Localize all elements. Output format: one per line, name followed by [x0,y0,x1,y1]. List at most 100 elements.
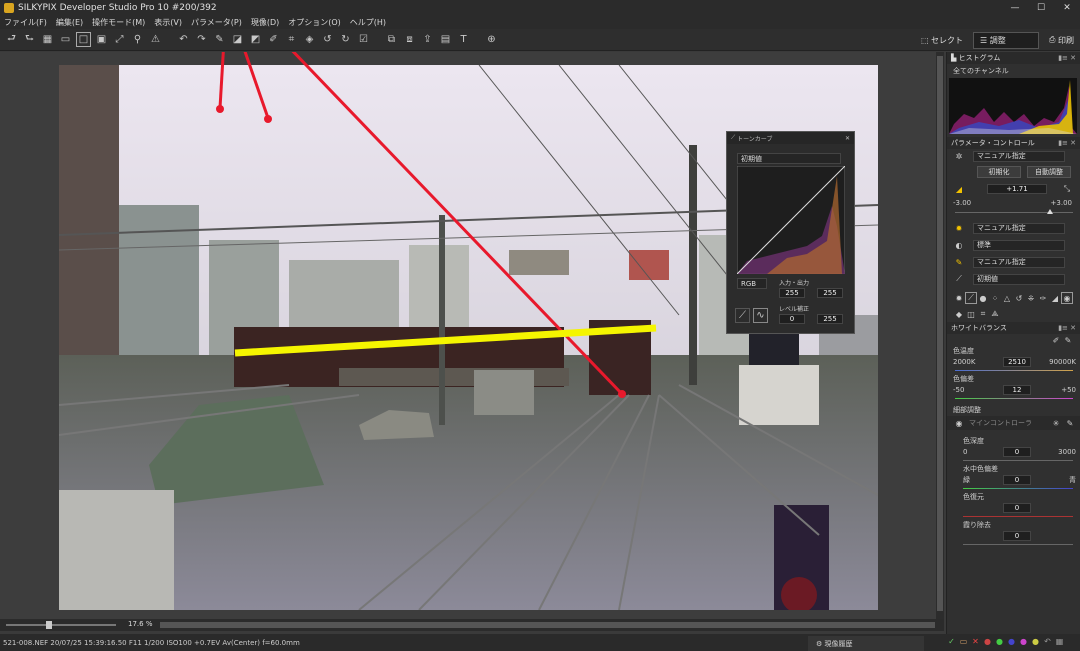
histogram-channel[interactable]: 全てのチャンネル [947,64,1080,78]
minimize-button[interactable]: — [1002,0,1028,15]
gray-picker-icon[interactable]: ◪ [230,32,245,47]
print-mode-button[interactable]: ⎙ 印刷 [1043,32,1080,49]
tool-drop-icon[interactable]: ◆ [953,308,965,320]
tool-crop-icon[interactable]: ⌗ [977,308,989,320]
partial-correction-icon[interactable]: ✐ [266,32,281,47]
tone-curve-dropdown[interactable]: 初期値 [973,273,1065,285]
contrast-dropdown[interactable]: 標準 [973,239,1065,251]
tool-undo-icon[interactable]: ↺ [1013,292,1025,304]
temp-value[interactable]: 2510 [1003,357,1031,367]
param-control-header[interactable]: パラメータ・コントロール ▮≡ ✕ [947,137,1080,149]
wand-icon[interactable]: ✳ [1050,417,1062,429]
menu-parameter[interactable]: パラメータ(P) [191,17,242,28]
tool-curve-icon[interactable]: ⟋ [965,292,977,304]
tool-shade-icon[interactable]: ◢ [1049,292,1061,304]
filmstrip-view-icon[interactable]: ▭ [58,32,73,47]
thumbnail-view-icon[interactable]: ▦ [40,32,55,47]
vertical-scrollbar[interactable] [936,52,944,619]
tool-tilt-icon[interactable]: ⟁ [989,308,1001,320]
compare-icon[interactable]: ▤ [438,32,453,47]
crop-icon[interactable]: ⌗ [284,32,299,47]
tool-sun-icon[interactable]: ✹ [953,292,965,304]
menu-mode[interactable]: 操作モード(M) [92,17,145,28]
maximize-button[interactable]: ☐ [1028,0,1054,15]
warning-icon[interactable]: ⚠ [148,32,163,47]
export-icon[interactable]: ⇪ [420,32,435,47]
copy-params-icon[interactable]: ⧉ [384,32,399,47]
skin-picker-icon[interactable]: ◩ [248,32,263,47]
zoom-icon[interactable]: ⚲ [130,32,145,47]
auto-adjust-button[interactable]: 自動調整 [1027,166,1071,178]
purple-label-icon[interactable]: ● [1018,637,1029,648]
hue-value[interactable]: 0 [1003,475,1031,485]
text-icon[interactable]: T [456,32,471,47]
haze-slider[interactable] [947,542,1080,548]
rotate-right-icon[interactable]: ↻ [338,32,353,47]
blue-label-icon[interactable]: ● [1006,637,1017,648]
tool-layers-icon[interactable]: ◫ [965,308,977,320]
paste-params-icon[interactable]: ⧈ [402,32,417,47]
pin-icon[interactable]: ▮≡ ✕ [1058,54,1076,62]
exposure-reset-icon[interactable]: ⤡ [1061,183,1073,195]
pin-icon[interactable]: ▮≡ ✕ [1058,139,1076,147]
exposure-value[interactable]: +1.71 [987,184,1047,194]
red-label-icon[interactable]: ● [982,637,993,648]
history-dock[interactable]: ⚙ 現像履歴 [808,636,924,651]
folder-icon[interactable]: ▭ [958,637,969,648]
wb-auto-icon[interactable]: ✎ [1062,334,1074,346]
inspect-icon[interactable]: ⊕ [484,32,499,47]
wb-picker-icon[interactable]: ✐ [1050,334,1062,346]
zoom-slider-track[interactable] [6,624,116,626]
menu-develop[interactable]: 現像(D) [251,17,279,28]
tool-eye-icon[interactable]: ◉ [1061,292,1073,304]
menu-view[interactable]: 表示(V) [154,17,182,28]
eye-icon[interactable]: ◉ [953,417,965,429]
rotate-left-icon[interactable]: ↺ [320,32,335,47]
zoom-slider-knob[interactable] [46,621,52,629]
image-canvas[interactable]: ⟋ トーンカーブ ✕ 初期値 RGB 入力・出力 255 255 レベル補正 0… [0,52,944,619]
tint-value[interactable]: 12 [1003,385,1031,395]
color-picker-icon[interactable]: ✎ [212,32,227,47]
adjust-mode-button[interactable]: ☰ 調整 [973,31,1040,49]
dropper-icon[interactable]: ✎ [1064,417,1076,429]
tool-noise-icon[interactable]: ⁘ [989,292,1001,304]
undo-icon[interactable]: ↶ [176,32,191,47]
menu-edit[interactable]: 編集(E) [56,17,83,28]
reject-icon[interactable]: ✕ [970,637,981,648]
check-icon[interactable]: ☑ [356,32,371,47]
close-button[interactable]: ✕ [1054,0,1080,15]
vertical-scroll-thumb[interactable] [937,56,943,611]
prev-image-icon[interactable]: ⮐ [4,32,19,47]
next-image-icon[interactable]: ⮑ [22,32,37,47]
select-mode-button[interactable]: ⬚ セレクト [915,32,969,49]
color-preset-dropdown[interactable]: マニュアル指定 [973,222,1065,234]
redo-icon[interactable]: ↷ [194,32,209,47]
green-label-icon[interactable]: ● [994,637,1005,648]
init-button[interactable]: 初期化 [977,166,1021,178]
tint-slider[interactable] [947,396,1080,402]
undo-icon[interactable]: ↶ [1042,637,1053,648]
param-preset-dropdown[interactable]: マニュアル指定 [973,150,1065,162]
yellow-label-icon[interactable]: ● [1030,637,1041,648]
tool-brush-icon[interactable]: ✑ [1037,292,1049,304]
layer-icon[interactable]: ◈ [302,32,317,47]
pin-icon[interactable]: ▮≡ ✕ [1058,324,1076,332]
menu-option[interactable]: オプション(O) [288,17,341,28]
sharpness-dropdown[interactable]: マニュアル指定 [973,256,1065,268]
tool-sharp-icon[interactable]: △ [1001,292,1013,304]
menu-file[interactable]: ファイル(F) [4,17,47,28]
haze-value[interactable]: 0 [1003,531,1031,541]
exposure-slider[interactable] [947,209,1080,217]
grid-icon[interactable]: ▦ [1054,637,1065,648]
histogram-header[interactable]: ▙ ヒストグラム ▮≡ ✕ [947,52,1080,64]
green-check-icon[interactable]: ✓ [946,637,957,648]
tool-sphere-icon[interactable]: ● [977,292,989,304]
horizontal-scrollbar[interactable] [160,622,935,628]
menu-help[interactable]: ヘルプ(H) [350,17,386,28]
fit-view-icon[interactable]: ▣ [94,32,109,47]
tool-lens-icon[interactable]: ⁜ [1025,292,1037,304]
fine-adjust-header[interactable]: 細部調整 [947,404,1080,416]
restore-value[interactable]: 0 [1003,503,1031,513]
single-view-icon[interactable]: □ [76,32,91,47]
white-balance-header[interactable]: ホワイトバランス ▮≡ ✕ [947,322,1080,334]
